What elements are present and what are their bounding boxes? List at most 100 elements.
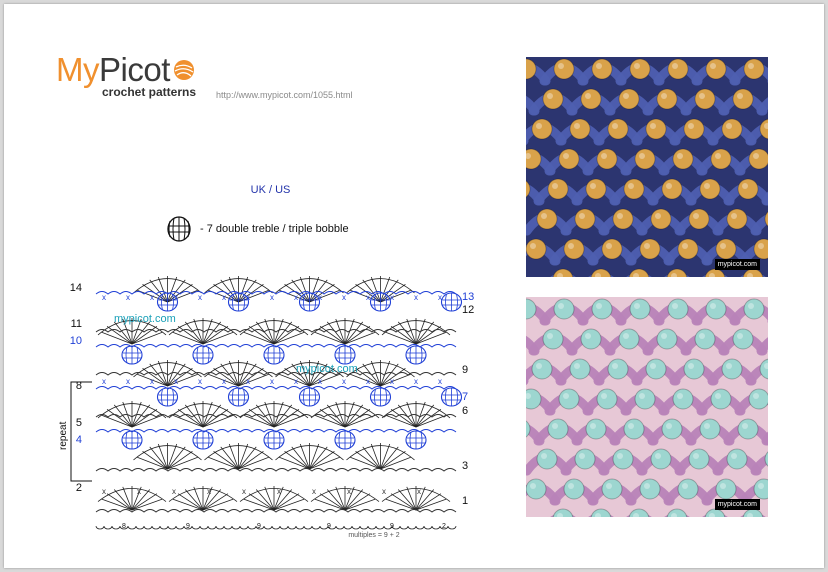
row-number: 3 bbox=[462, 460, 468, 472]
bobble bbox=[748, 388, 768, 410]
sc-mark: x bbox=[414, 293, 418, 302]
terminology-label: UK / US bbox=[250, 184, 291, 196]
bobble bbox=[705, 58, 727, 80]
bobble bbox=[585, 418, 607, 440]
bobble bbox=[634, 388, 656, 410]
bobble bbox=[710, 388, 732, 410]
bobble-highlight bbox=[530, 243, 536, 249]
bobble-highlight bbox=[742, 183, 748, 189]
bobble bbox=[542, 328, 564, 350]
crochet-chart: x x x x x x x x x x x x x x x x x x x x x x x x x x x x x x x x x x x x x x x x… bbox=[58, 276, 474, 539]
bobble-highlight bbox=[677, 393, 683, 399]
bobble bbox=[699, 418, 721, 440]
bobble-highlight bbox=[720, 483, 726, 489]
bobble-highlight bbox=[623, 93, 629, 99]
bobble-highlight bbox=[737, 93, 743, 99]
sc-mark: x bbox=[277, 487, 281, 496]
bobble bbox=[677, 238, 699, 260]
bobble-highlight bbox=[634, 303, 640, 309]
sc-mark: x bbox=[198, 293, 202, 302]
bobble bbox=[536, 208, 558, 230]
bobble bbox=[612, 448, 634, 470]
bobble bbox=[715, 478, 737, 500]
bobble bbox=[688, 208, 710, 230]
sc-mark: x bbox=[150, 377, 154, 386]
bobble bbox=[683, 358, 705, 380]
bobble-highlight bbox=[688, 363, 694, 369]
bobble bbox=[743, 58, 765, 80]
bobble-highlight bbox=[699, 333, 705, 339]
stitch-mark bbox=[380, 443, 391, 470]
row-number: 10 bbox=[70, 335, 82, 347]
bobble-highlight bbox=[536, 363, 542, 369]
logo-my: My bbox=[56, 51, 100, 88]
sc-mark: x bbox=[222, 377, 226, 386]
sc-mark: x bbox=[366, 377, 370, 386]
bobble-highlight bbox=[552, 183, 558, 189]
bobble-highlight bbox=[666, 183, 672, 189]
bobble-highlight bbox=[558, 63, 564, 69]
sc-mark: x bbox=[246, 377, 250, 386]
bobble-highlight bbox=[742, 423, 748, 429]
stitch-count: 2 bbox=[442, 523, 446, 530]
bobble bbox=[553, 298, 575, 320]
bobble-highlight bbox=[748, 303, 754, 309]
sc-mark: x bbox=[347, 487, 351, 496]
sc-mark: x bbox=[318, 377, 322, 386]
sc-mark: x bbox=[172, 487, 176, 496]
bobble bbox=[726, 208, 748, 230]
bobble bbox=[569, 118, 591, 140]
bobble-highlight bbox=[568, 483, 574, 489]
row-number: 12 bbox=[462, 304, 474, 316]
logo-subtitle: crochet patterns bbox=[102, 85, 197, 99]
bobble bbox=[639, 238, 661, 260]
bobble bbox=[623, 418, 645, 440]
bobble-highlight bbox=[596, 63, 602, 69]
bobble-highlight bbox=[639, 153, 645, 159]
bobble bbox=[623, 178, 645, 200]
bobble bbox=[629, 298, 651, 320]
bobble-highlight bbox=[661, 333, 667, 339]
bobble bbox=[558, 388, 580, 410]
row-number: 11 bbox=[71, 318, 82, 330]
sc-mark: x bbox=[246, 293, 250, 302]
bobble bbox=[639, 478, 661, 500]
bobble-highlight bbox=[612, 363, 618, 369]
stitch-mark bbox=[309, 443, 320, 470]
bobble bbox=[526, 238, 547, 260]
bobble-highlight bbox=[672, 63, 678, 69]
bobble-highlight bbox=[617, 213, 623, 219]
bobble bbox=[585, 178, 607, 200]
bobble-highlight bbox=[585, 333, 591, 339]
bobble bbox=[601, 238, 623, 260]
bobble-highlight bbox=[530, 483, 536, 489]
bobble bbox=[591, 58, 613, 80]
bobble-highlight bbox=[623, 333, 629, 339]
sc-mark: x bbox=[382, 487, 386, 496]
photo-watermark: mypicot.com bbox=[714, 259, 760, 270]
yarn-ball-icon bbox=[174, 60, 194, 80]
bobble-highlight bbox=[715, 153, 721, 159]
stitch-mark bbox=[167, 443, 178, 470]
bobble-highlight bbox=[579, 453, 585, 459]
symbol-legend: - 7 double treble / triple bobble bbox=[164, 214, 349, 244]
bobble-highlight bbox=[644, 243, 650, 249]
stitch-mark bbox=[157, 276, 168, 303]
bobble bbox=[563, 478, 585, 500]
chain-row bbox=[95, 509, 457, 513]
bobble-highlight bbox=[585, 93, 591, 99]
bobble bbox=[531, 358, 553, 380]
stitch-mark bbox=[370, 276, 381, 303]
row-number: 5 bbox=[76, 417, 82, 429]
pattern-url[interactable]: http://www.mypicot.com/1055.html bbox=[216, 90, 353, 100]
sc-mark: x bbox=[270, 293, 274, 302]
bobble-highlight bbox=[639, 393, 645, 399]
bobble bbox=[526, 388, 542, 410]
sc-mark: x bbox=[414, 377, 418, 386]
sc-mark: x bbox=[126, 293, 130, 302]
bobble-highlight bbox=[661, 93, 667, 99]
sc-mark: x bbox=[438, 293, 442, 302]
sc-mark: x bbox=[174, 293, 178, 302]
bobble-highlight bbox=[726, 123, 732, 129]
bobble-highlight bbox=[596, 303, 602, 309]
